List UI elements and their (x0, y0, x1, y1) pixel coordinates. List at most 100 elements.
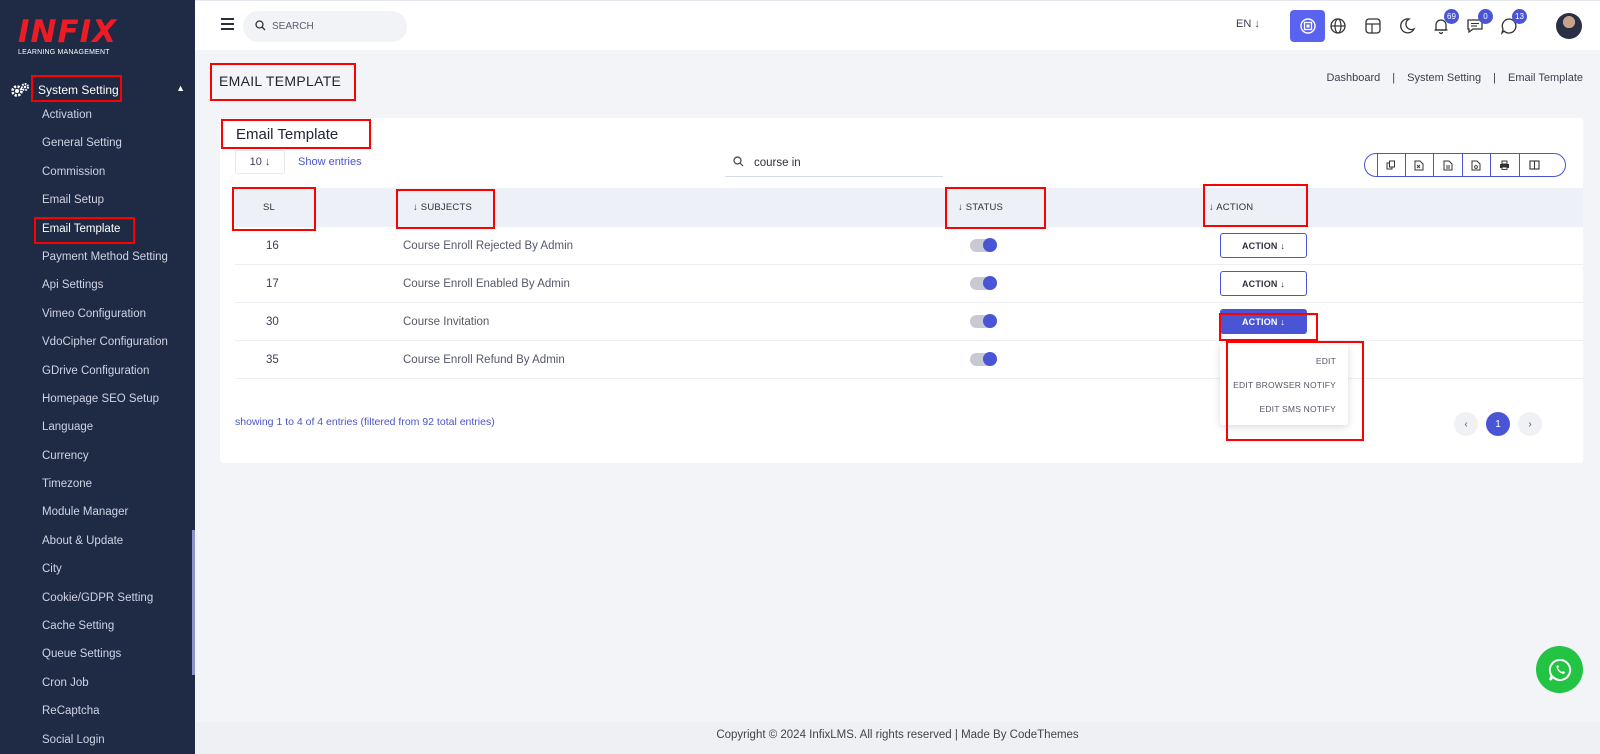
status-toggle[interactable] (970, 352, 997, 366)
menu-icon[interactable] (221, 18, 234, 30)
sidebar-item-homepage-seo-setup[interactable]: Homepage SEO Setup (42, 392, 168, 420)
prev-page-icon[interactable]: ‹ (1454, 412, 1478, 436)
export-buttons (1364, 153, 1566, 177)
chat-badge: 13 (1512, 9, 1527, 24)
breadcrumb-dashboard[interactable]: Dashboard (1326, 72, 1380, 84)
sidebar-item-city[interactable]: City (42, 562, 168, 590)
sidebar-submenu: Activation General Setting Commission Em… (42, 108, 168, 754)
column-status[interactable]: ↓ STATUS (958, 202, 1003, 213)
layout-icon[interactable] (1361, 14, 1385, 38)
sidebar-parent-label: System Setting (38, 83, 119, 97)
sidebar-item-queue-settings[interactable]: Queue Settings (42, 647, 168, 675)
breadcrumb-system-setting[interactable]: System Setting (1407, 72, 1481, 84)
table-row: 30 Course Invitation ACTION ↓ (235, 303, 1583, 341)
table-row: 35 Course Enroll Refund By Admin (235, 341, 1583, 379)
moon-icon[interactable] (1395, 14, 1419, 38)
sidebar-item-vimeo-configuration[interactable]: Vimeo Configuration (42, 307, 168, 335)
sidebar-item-social-login[interactable]: Social Login (42, 733, 168, 754)
sidebar-scrollbar[interactable] (192, 530, 195, 675)
notification-badge: 69 (1444, 9, 1459, 24)
table-info: showing 1 to 4 of 4 entries (filtered fr… (235, 416, 495, 428)
arrow-down-icon: ↓ (1277, 240, 1286, 251)
search-box[interactable] (243, 11, 407, 42)
sidebar-item-system-setting[interactable]: System Setting ▲ (10, 80, 185, 100)
sidebar-item-language[interactable]: Language (42, 420, 168, 448)
print-icon[interactable] (1491, 154, 1520, 176)
sidebar-item-api-settings[interactable]: Api Settings (42, 278, 168, 306)
sidebar-item-gdrive-configuration[interactable]: GDrive Configuration (42, 364, 168, 392)
sidebar-item-general-setting[interactable]: General Setting (42, 136, 168, 164)
status-toggle[interactable] (970, 276, 997, 290)
entries-select[interactable]: 10 ↓ (235, 150, 285, 174)
table-row: 16 Course Enroll Rejected By Admin ACTIO… (235, 227, 1583, 265)
globe-icon[interactable] (1326, 14, 1350, 38)
email-template-card: Email Template 10 ↓ Show entries SL ↓ SU… (220, 118, 1583, 463)
sidebar-item-commission[interactable]: Commission (42, 165, 168, 193)
sidebar-item-cache-setting[interactable]: Cache Setting (42, 619, 168, 647)
column-subjects[interactable]: ↓ SUBJECTS (413, 202, 472, 213)
sidebar-item-timezone[interactable]: Timezone (42, 477, 168, 505)
pdf-icon[interactable] (1463, 154, 1491, 176)
sidebar-item-recaptcha[interactable]: ReCaptcha (42, 704, 168, 732)
arrow-down-icon: ↓ (1254, 18, 1260, 30)
message-badge: 0 (1478, 9, 1493, 24)
row-sl: 16 (266, 240, 279, 252)
column-sl[interactable]: SL (263, 202, 275, 213)
row-subject: Course Enroll Enabled By Admin (403, 278, 570, 290)
column-action-label: ACTION (1216, 202, 1254, 213)
menu-item-edit-browser-notify[interactable]: EDIT BROWSER NOTIFY (1233, 380, 1336, 390)
whatsapp-button[interactable] (1536, 646, 1583, 693)
action-button[interactable]: ACTION ↓ (1220, 271, 1307, 296)
logo-subtitle: LEARNING MANAGEMENT (18, 49, 110, 56)
language-label: EN (1236, 18, 1252, 30)
csv-icon[interactable] (1434, 154, 1463, 176)
search-icon (733, 154, 744, 172)
cpu-icon-button[interactable] (1290, 10, 1325, 42)
page-button-current[interactable]: 1 (1486, 412, 1510, 436)
sidebar-item-module-manager[interactable]: Module Manager (42, 505, 168, 533)
column-action[interactable]: ↓ ACTION (1209, 202, 1253, 213)
sidebar-item-payment-method-setting[interactable]: Payment Method Setting (42, 250, 168, 278)
menu-item-edit[interactable]: EDIT (1316, 356, 1336, 366)
chat-icon[interactable]: 13 (1497, 9, 1527, 38)
table-search[interactable] (725, 149, 943, 177)
sidebar-item-email-setup[interactable]: Email Setup (42, 193, 168, 221)
language-select[interactable]: EN ↓ (1236, 18, 1260, 30)
brand-logo[interactable]: INFIX LEARNING MANAGEMENT (18, 16, 118, 56)
sidebar-item-cookie-gdpr[interactable]: Cookie/GDPR Setting (42, 591, 168, 619)
sidebar-item-email-template[interactable]: Email Template (42, 222, 168, 250)
topbar: EN ↓ 69 0 13 (195, 0, 1600, 50)
footer-text: Copyright © 2024 InfixLMS. All rights re… (716, 729, 1079, 741)
avatar[interactable] (1556, 13, 1582, 39)
action-button-open[interactable]: ACTION ↓ (1220, 309, 1307, 334)
next-page-icon[interactable]: › (1518, 412, 1542, 436)
table-header: SL ↓ SUBJECTS ↓ STATUS ↓ ACTION (235, 188, 1583, 227)
action-label: ACTION (1241, 278, 1278, 289)
sidebar: INFIX LEARNING MANAGEMENT System Setting… (0, 0, 195, 754)
table-search-input[interactable] (754, 156, 924, 169)
action-label: ACTION (1241, 240, 1278, 251)
status-toggle[interactable] (970, 314, 997, 328)
breadcrumb-separator: | (1392, 72, 1396, 84)
bell-icon[interactable]: 69 (1429, 9, 1459, 38)
column-subjects-label: SUBJECTS (420, 202, 473, 213)
menu-item-edit-sms-notify[interactable]: EDIT SMS NOTIFY (1259, 404, 1336, 414)
message-icon[interactable]: 0 (1463, 9, 1493, 38)
page-title: EMAIL TEMPLATE (219, 73, 342, 89)
copy-icon[interactable] (1377, 154, 1406, 176)
action-label: ACTION (1241, 316, 1278, 327)
columns-icon[interactable] (1520, 154, 1550, 176)
excel-icon[interactable] (1406, 154, 1434, 176)
sidebar-item-currency[interactable]: Currency (42, 449, 168, 477)
sidebar-item-activation[interactable]: Activation (42, 108, 168, 136)
sidebar-item-cron-job[interactable]: Cron Job (42, 676, 168, 704)
action-button[interactable]: ACTION ↓ (1220, 233, 1307, 258)
gears-icon (10, 82, 30, 98)
table-row: 17 Course Enroll Enabled By Admin ACTION… (235, 265, 1583, 303)
breadcrumb: Dashboard | System Setting | Email Templ… (1326, 72, 1583, 84)
sidebar-item-vdocipher-configuration[interactable]: VdoCipher Configuration (42, 335, 168, 363)
search-input[interactable] (272, 21, 392, 32)
status-toggle[interactable] (970, 238, 997, 252)
sidebar-item-about-update[interactable]: About & Update (42, 534, 168, 562)
row-sl: 17 (266, 278, 279, 290)
